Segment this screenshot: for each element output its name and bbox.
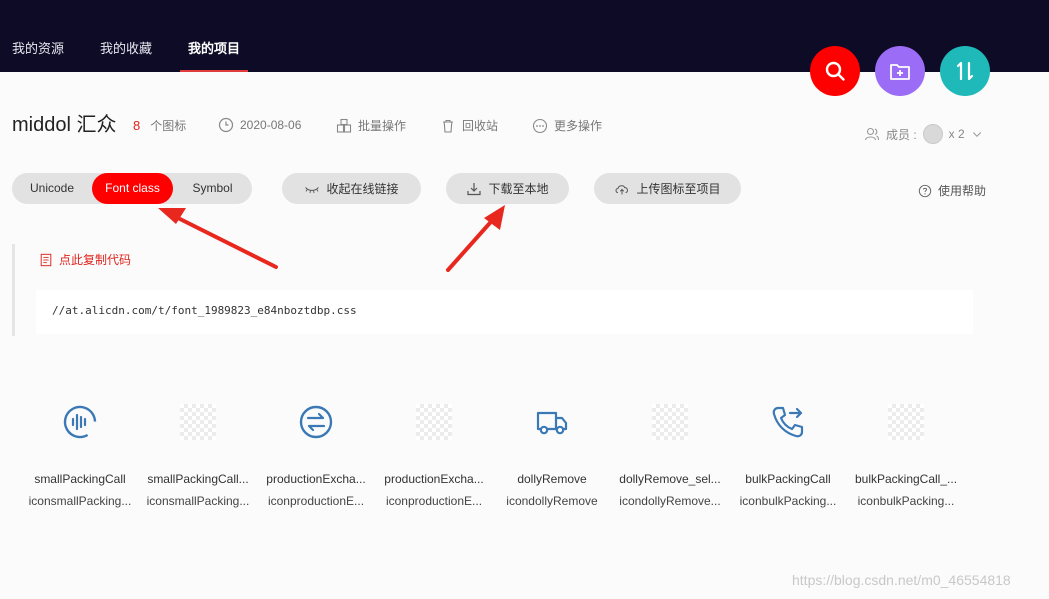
search-icon: [825, 61, 845, 81]
icon-card[interactable]: smallPackingCall iconsmallPacking...: [21, 400, 139, 512]
more-icon: [532, 118, 548, 133]
icon-name: productionExcha...: [384, 472, 484, 486]
icon-card[interactable]: productionExcha... iconproductionE...: [257, 400, 375, 512]
top-nav: 我的资源 我的收藏 我的项目: [12, 38, 276, 72]
icon-name: bulkPackingCall: [745, 472, 831, 486]
icon-class: iconproductionE...: [267, 494, 365, 508]
document-icon: [40, 253, 52, 266]
help-label: 使用帮助: [938, 184, 987, 198]
project-title: middol 汇众: [12, 114, 117, 136]
avatar: [922, 124, 943, 144]
question-circle-icon: [918, 184, 932, 197]
sort-button[interactable]: [940, 46, 990, 96]
icon-class: icondollyRemove: [506, 494, 598, 508]
icon-name: dollyRemove_sel...: [619, 472, 721, 486]
download-icon: [467, 182, 482, 195]
copy-code-button[interactable]: 点此复制代码: [39, 251, 131, 268]
transparent-placeholder-icon: [180, 404, 216, 440]
icon-name: dollyRemove: [517, 472, 587, 486]
search-button[interactable]: [810, 46, 860, 96]
icon-class: icondollyRemove...: [619, 494, 721, 508]
members-label: 成员 :: [886, 127, 917, 142]
members-icon: [864, 127, 880, 141]
icon-card[interactable]: dollyRemove_sel... icondollyRemove...: [611, 400, 729, 512]
cloud-upload-icon: [616, 184, 629, 194]
icon-card[interactable]: bulkPackingCall_... iconbulkPacking...: [847, 400, 965, 512]
tab-font-class[interactable]: Font class: [92, 173, 173, 204]
collapse-online-link-button[interactable]: 收起在线链接: [282, 173, 421, 204]
copy-code-label: 点此复制代码: [59, 253, 132, 267]
icon-class: iconsmallPacking...: [28, 494, 132, 508]
batch-operation-label: 批量操作: [358, 119, 407, 133]
icon-class: iconbulkPacking...: [739, 494, 837, 508]
icon-card[interactable]: productionExcha... iconproductionE...: [375, 400, 493, 512]
transparent-placeholder-icon: [416, 404, 452, 440]
icon-card[interactable]: smallPackingCall... iconsmallPacking...: [139, 400, 257, 512]
add-folder-icon: [890, 64, 910, 80]
tab-unicode[interactable]: Unicode: [12, 173, 92, 204]
project-date-text: 2020-08-06: [240, 118, 302, 132]
code-type-tabs: Unicode Font class Symbol: [12, 173, 252, 204]
clock-icon: [218, 117, 234, 133]
project-date: 2020-08-06: [218, 117, 301, 133]
batch-icon: [336, 118, 352, 133]
icon-name: productionExcha...: [266, 472, 366, 486]
upload-icons-label: 上传图标至项目: [636, 182, 721, 196]
icon-card[interactable]: bulkPackingCall iconbulkPacking...: [729, 400, 847, 512]
icon-count: 8 个图标: [133, 117, 186, 134]
icon-class: iconsmallPacking...: [146, 494, 250, 508]
icon-card[interactable]: dollyRemove icondollyRemove: [493, 400, 611, 512]
code-url[interactable]: //at.alicdn.com/t/font_1989823_e84nboztd…: [36, 290, 973, 334]
batch-operation-button[interactable]: 批量操作: [336, 117, 406, 134]
trash-icon: [443, 119, 453, 133]
phone-forward-icon: [772, 406, 804, 438]
icon-name: smallPackingCall...: [147, 472, 249, 486]
members-count: x 2: [948, 127, 965, 141]
eye-closed-icon: [305, 186, 320, 193]
truck-icon: [536, 411, 568, 435]
tab-symbol[interactable]: Symbol: [173, 173, 252, 204]
transparent-placeholder-icon: [888, 404, 924, 440]
transparent-placeholder-icon: [652, 404, 688, 440]
more-operations-label: 更多操作: [554, 119, 603, 133]
exchange-arrows-icon: [299, 405, 333, 439]
icon-count-number: 8: [133, 118, 141, 133]
sort-arrows-icon: [956, 61, 974, 81]
more-operations-button[interactable]: 更多操作: [532, 117, 602, 134]
chevron-down-icon: [972, 132, 981, 137]
watermark: https://blog.csdn.net/m0_46554818: [792, 572, 1011, 588]
sound-wave-icon: [63, 405, 97, 439]
upload-icons-button[interactable]: 上传图标至项目: [594, 173, 741, 204]
code-block: 点此复制代码 //at.alicdn.com/t/font_1989823_e8…: [12, 244, 973, 336]
members[interactable]: 成员 : x 2: [864, 124, 983, 144]
icon-class: iconproductionE...: [385, 494, 483, 508]
add-folder-button[interactable]: [875, 46, 925, 96]
nav-my-projects[interactable]: 我的项目: [180, 38, 249, 72]
nav-my-favorites[interactable]: 我的收藏: [100, 38, 152, 72]
recycle-bin-label: 回收站: [462, 119, 499, 133]
download-local-label: 下载至本地: [488, 182, 549, 196]
icon-grid: smallPackingCall iconsmallPacking... sma…: [21, 400, 965, 512]
collapse-online-link-label: 收起在线链接: [326, 182, 399, 196]
nav-my-resources[interactable]: 我的资源: [12, 38, 64, 72]
icon-class: iconbulkPacking...: [857, 494, 955, 508]
download-local-button[interactable]: 下载至本地: [446, 173, 569, 204]
help-link[interactable]: 使用帮助: [918, 182, 986, 199]
recycle-bin-button[interactable]: 回收站: [440, 117, 498, 134]
icon-name: bulkPackingCall_...: [854, 472, 958, 486]
icon-name: smallPackingCall: [34, 472, 126, 486]
icon-count-label: 个图标: [150, 119, 187, 133]
